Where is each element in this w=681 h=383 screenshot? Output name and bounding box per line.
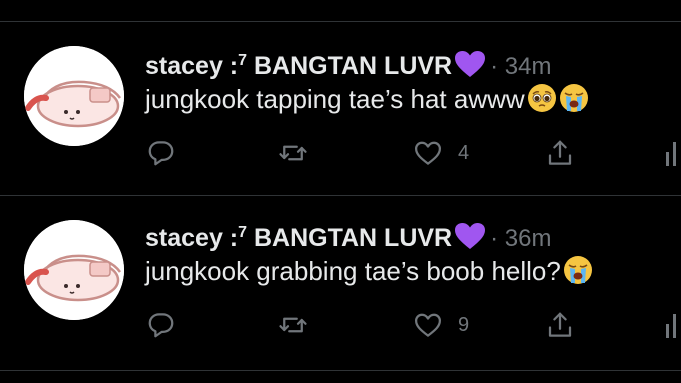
like-button[interactable]: 9 [412, 307, 469, 343]
retweet-button[interactable] [277, 307, 323, 343]
tweet-actions: 9 [145, 307, 681, 343]
analytics-button[interactable] [665, 307, 681, 343]
share-icon [548, 140, 572, 165]
avatar-image [24, 46, 124, 146]
loudly-crying-face-emoji [563, 255, 593, 285]
avatar[interactable] [24, 220, 124, 320]
display-name[interactable]: stacey :7 BANGTAN LUVR [145, 224, 452, 252]
name-superscript: 7 [238, 224, 248, 241]
tweet-text-content: jungkook grabbing tae’s boob hello? [145, 256, 561, 286]
name-superscript: 7 [238, 52, 248, 69]
analytics-icon [666, 314, 676, 338]
like-button[interactable]: 4 [412, 135, 469, 171]
tweet-header: stacey :7 BANGTAN LUVR · 34m [145, 46, 551, 80]
like-count: 4 [458, 141, 470, 164]
retweet-button[interactable] [277, 135, 323, 171]
like-icon [415, 141, 441, 165]
tweet-text-content: jungkook tapping tae’s hat awww [145, 84, 525, 114]
tweet-text: jungkook tapping tae’s hat awww [145, 83, 589, 115]
tweet[interactable]: stacey :7 BANGTAN LUVR · 36m jungkook gra… [0, 196, 681, 369]
like-icon [415, 313, 441, 337]
tweet[interactable]: stacey :7 BANGTAN LUVR · 34m jungkook tap… [0, 22, 681, 195]
analytics-icon [666, 142, 676, 166]
avatar-image [24, 220, 124, 320]
pleading-face-emoji [527, 83, 557, 113]
purple-heart-emoji [454, 50, 486, 78]
share-icon [548, 312, 572, 337]
reply-icon [148, 313, 174, 338]
display-name[interactable]: stacey :7 BANGTAN LUVR [145, 52, 452, 80]
tweet-actions: 4 [145, 135, 681, 171]
bottom-divider [0, 370, 681, 371]
reply-button[interactable] [146, 307, 190, 343]
tweet-text: jungkook grabbing tae’s boob hello? [145, 255, 593, 287]
name-suffix: BANGTAN LUVR [247, 52, 453, 80]
like-count: 9 [458, 313, 470, 336]
analytics-button[interactable] [665, 135, 681, 171]
reply-icon [148, 141, 174, 166]
reply-button[interactable] [146, 135, 190, 171]
purple-heart-emoji [454, 222, 486, 250]
share-button[interactable] [545, 307, 575, 343]
loudly-crying-face-emoji [559, 83, 589, 113]
tweet-time[interactable]: · 34m [490, 53, 551, 80]
name-suffix: BANGTAN LUVR [247, 224, 453, 252]
share-button[interactable] [545, 135, 575, 171]
tweet-header: stacey :7 BANGTAN LUVR · 36m [145, 218, 551, 252]
retweet-icon [279, 317, 307, 333]
avatar[interactable] [24, 46, 124, 146]
tweet-time[interactable]: · 36m [490, 225, 551, 252]
retweet-icon [279, 145, 307, 161]
